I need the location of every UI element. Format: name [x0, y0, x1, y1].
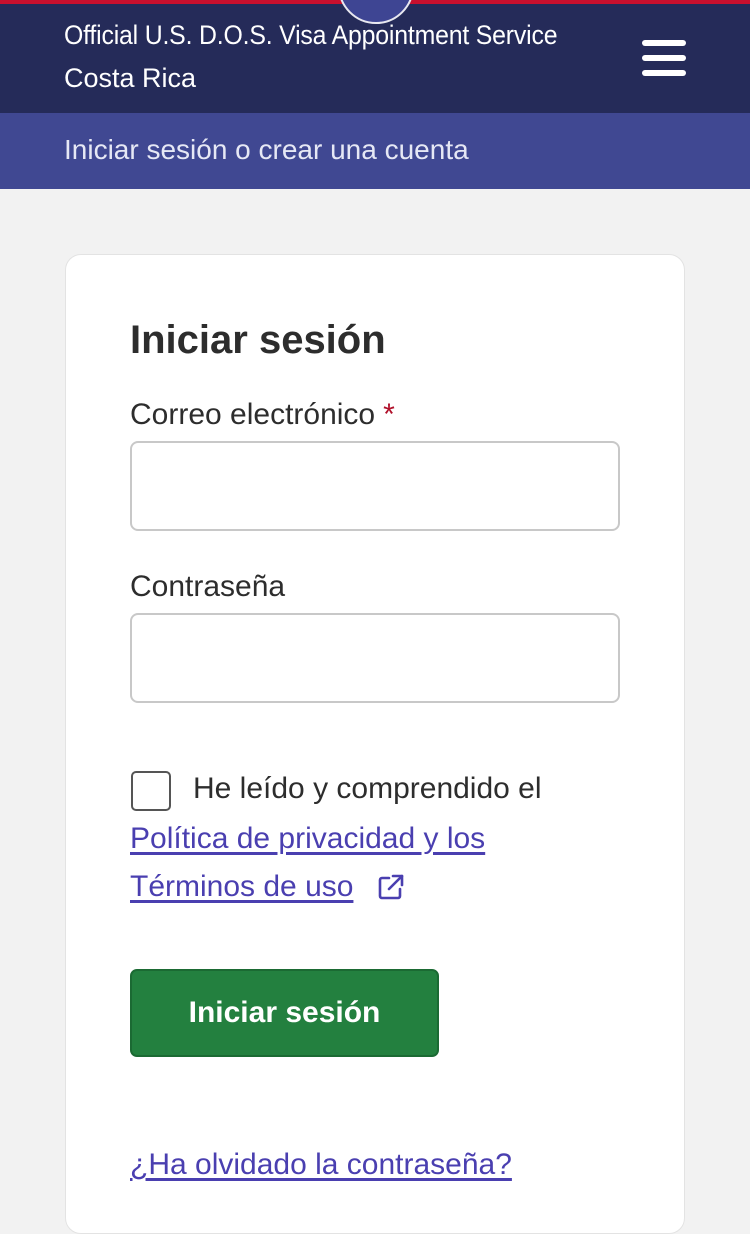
required-marker: * [383, 398, 395, 431]
site-title: Official U.S. D.O.S. Visa Appointment Se… [64, 20, 558, 50]
login-submit-button[interactable]: Iniciar sesión [130, 969, 439, 1057]
page-subtitle: Iniciar sesión o crear una cuenta [64, 134, 469, 165]
terms-of-use-link[interactable]: Términos de uso [130, 870, 353, 904]
terms-checkbox[interactable] [131, 771, 171, 811]
forgot-password-link[interactable]: ¿Ha olvidado la contraseña? [130, 1148, 512, 1182]
site-country: Costa Rica [64, 63, 197, 93]
password-label: Contraseña [130, 570, 286, 603]
page-subheader: Iniciar sesión o crear una cuenta [0, 113, 750, 189]
email-field[interactable] [130, 441, 620, 531]
consent-text: He leído y comprendido el [193, 772, 542, 805]
password-field[interactable] [130, 613, 620, 703]
site-header: Official U.S. D.O.S. Visa Appointment Se… [0, 0, 750, 113]
hamburger-menu-icon[interactable] [640, 38, 688, 78]
privacy-policy-link[interactable]: Política de privacidad y los [130, 822, 485, 856]
external-link-icon[interactable] [377, 873, 405, 901]
email-label: Correo electrónico * [130, 398, 395, 431]
login-heading: Iniciar sesión [130, 318, 386, 362]
